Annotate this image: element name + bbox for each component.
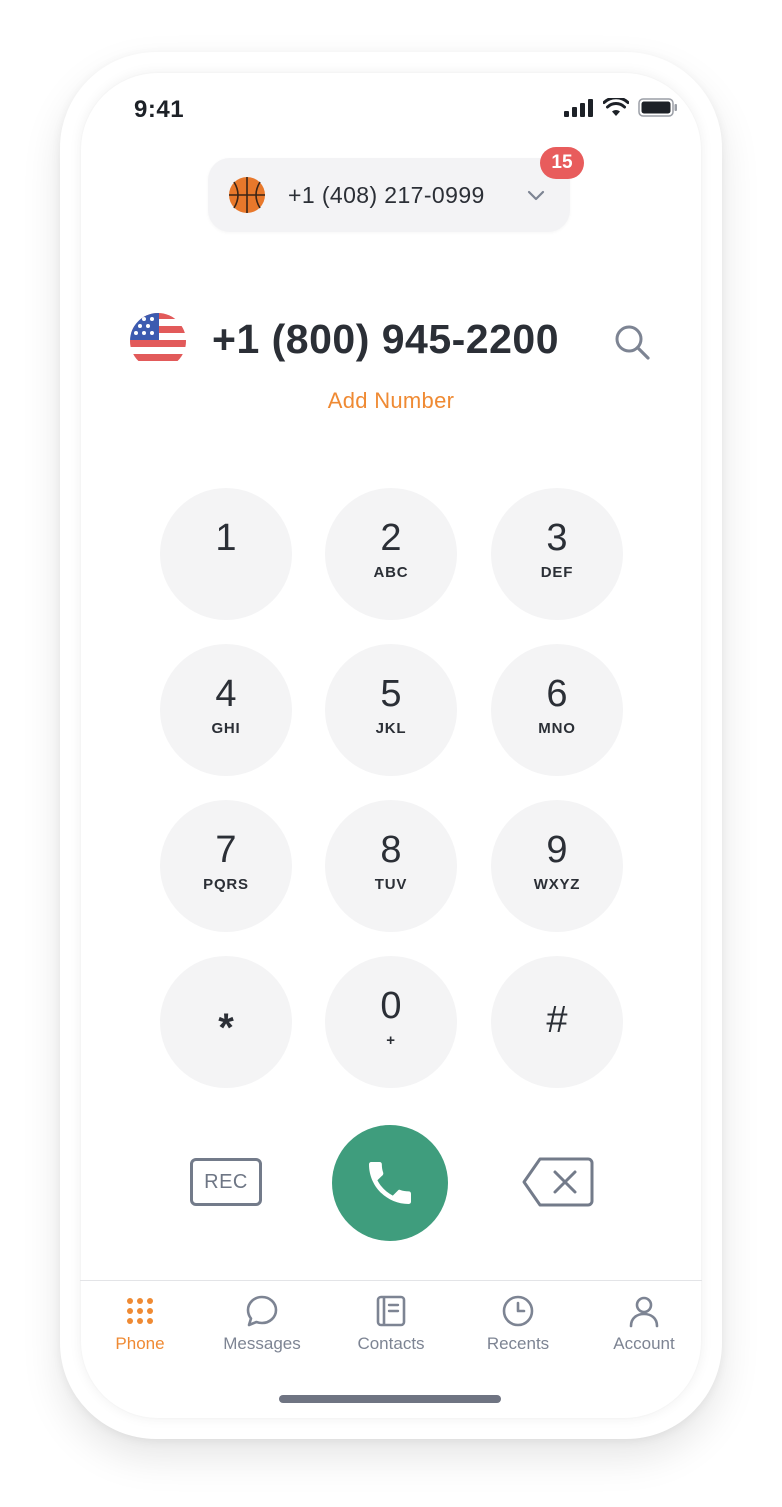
tab-bar-divider bbox=[80, 1280, 702, 1281]
backspace-icon[interactable] bbox=[522, 1156, 594, 1208]
call-button[interactable] bbox=[332, 1125, 448, 1241]
tab-label: Recents bbox=[486, 1334, 550, 1353]
key-letters: TUV bbox=[374, 876, 408, 893]
tab-contacts[interactable]: Contacts bbox=[336, 1294, 446, 1354]
tab-recents[interactable]: Recents bbox=[463, 1294, 573, 1354]
status-time: 9:41 bbox=[134, 96, 185, 123]
clock-icon bbox=[502, 1295, 534, 1327]
key-digit: 1 bbox=[215, 517, 237, 559]
key-6[interactable]: 6 MNO bbox=[491, 644, 623, 776]
search-icon[interactable] bbox=[612, 322, 652, 362]
key-digit: 0 bbox=[380, 985, 402, 1027]
wifi-icon bbox=[603, 98, 629, 116]
key-digit: 5 bbox=[380, 673, 402, 715]
tab-label: Phone bbox=[115, 1334, 165, 1353]
tab-label: Messages bbox=[223, 1334, 301, 1353]
record-label: REC bbox=[204, 1170, 248, 1193]
line-selector[interactable]: +1 (408) 217-0999 bbox=[208, 158, 570, 232]
signal-icon bbox=[564, 98, 593, 117]
key-digit: # bbox=[546, 999, 568, 1041]
key-9[interactable]: 9 WXYZ bbox=[491, 800, 623, 932]
dialpad-icon bbox=[127, 1298, 153, 1324]
user-icon bbox=[629, 1296, 659, 1328]
basketball-icon bbox=[229, 177, 265, 213]
us-flag-icon[interactable] bbox=[129, 312, 187, 370]
battery-icon bbox=[638, 98, 677, 117]
key-digit: 7 bbox=[215, 829, 237, 871]
key-letters: PQRS bbox=[203, 876, 249, 893]
chevron-down-icon bbox=[527, 190, 545, 201]
key-4[interactable]: 4 GHI bbox=[160, 644, 292, 776]
tab-messages[interactable]: Messages bbox=[207, 1294, 317, 1354]
key-letters: + bbox=[386, 1032, 396, 1049]
key-2[interactable]: 2 ABC bbox=[325, 488, 457, 620]
key-letters: WXYZ bbox=[533, 876, 581, 893]
line-number: +1 (408) 217-0999 bbox=[288, 182, 485, 208]
key-digit: 3 bbox=[546, 517, 568, 559]
key-digit: 8 bbox=[380, 829, 402, 871]
key-digit: 9 bbox=[546, 829, 568, 871]
key-letters: JKL bbox=[375, 720, 407, 737]
key-digit: 2 bbox=[380, 517, 402, 559]
contacts-book-icon bbox=[376, 1295, 406, 1327]
phone-screen: 9:41 +1 (408) 217-0999 15 +1 (800) 945-2… bbox=[80, 72, 702, 1419]
key-5[interactable]: 5 JKL bbox=[325, 644, 457, 776]
unread-badge: 15 bbox=[540, 147, 584, 179]
key-letters: GHI bbox=[211, 720, 241, 737]
dialed-number: +1 (800) 945-2200 bbox=[212, 316, 560, 362]
add-number-link[interactable]: Add Number bbox=[80, 388, 702, 414]
record-button[interactable]: REC bbox=[190, 1158, 262, 1206]
tab-label: Contacts bbox=[357, 1334, 425, 1353]
key-1[interactable]: 1 bbox=[160, 488, 292, 620]
phone-icon bbox=[369, 1162, 411, 1204]
home-indicator[interactable] bbox=[279, 1395, 501, 1403]
tab-label: Account bbox=[613, 1334, 675, 1353]
key-8[interactable]: 8 TUV bbox=[325, 800, 457, 932]
key-letters: MNO bbox=[538, 720, 576, 737]
key-7[interactable]: 7 PQRS bbox=[160, 800, 292, 932]
key-0[interactable]: 0 + bbox=[325, 956, 457, 1088]
key-hash[interactable]: # bbox=[491, 956, 623, 1088]
key-letters: ABC bbox=[373, 564, 409, 581]
message-bubble-icon bbox=[246, 1295, 278, 1327]
key-digit: * bbox=[218, 1006, 234, 1050]
key-star[interactable]: * bbox=[160, 956, 292, 1088]
key-digit: 4 bbox=[215, 673, 237, 715]
status-icons bbox=[564, 98, 678, 117]
tab-phone[interactable]: Phone bbox=[85, 1294, 195, 1354]
key-letters: DEF bbox=[540, 564, 574, 581]
tab-account[interactable]: Account bbox=[589, 1294, 699, 1354]
key-3[interactable]: 3 DEF bbox=[491, 488, 623, 620]
key-digit: 6 bbox=[546, 673, 568, 715]
